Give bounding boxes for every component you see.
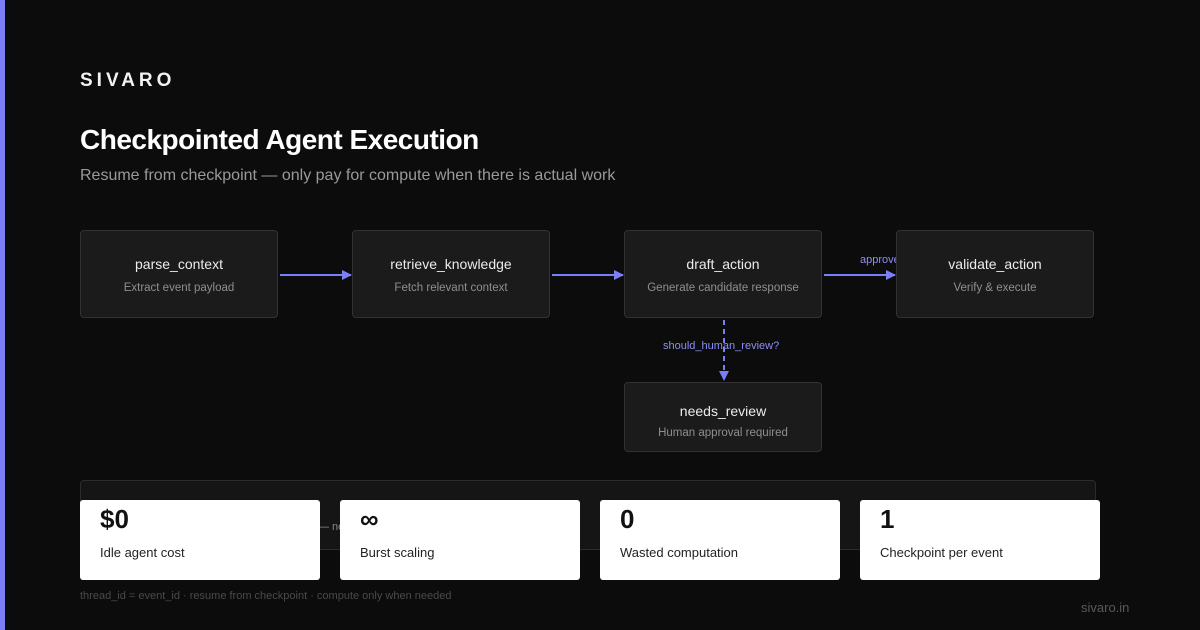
node-draft-action: draft_action Generate candidate response bbox=[624, 230, 822, 318]
stat-label: Checkpoint per event bbox=[880, 545, 1003, 560]
node-name: parse_context bbox=[135, 256, 223, 272]
node-retrieve-knowledge: retrieve_knowledge Fetch relevant contex… bbox=[352, 230, 550, 318]
node-desc: Extract event payload bbox=[123, 282, 235, 294]
stat-label: Burst scaling bbox=[360, 545, 435, 560]
node-parse-context: parse_context Extract event payload bbox=[80, 230, 278, 318]
node-desc: Fetch relevant context bbox=[394, 282, 508, 294]
stat-label: Idle agent cost bbox=[100, 545, 185, 560]
stat-value: 0 bbox=[620, 504, 635, 534]
stat-card-wasted-computation: 0 Wasted computation bbox=[600, 500, 840, 580]
node-validate-action: validate_action Verify & execute bbox=[896, 230, 1094, 318]
stat-value: 1 bbox=[880, 504, 895, 534]
stat-label: Wasted computation bbox=[620, 545, 739, 560]
edge-label-review: should_human_review? bbox=[663, 340, 780, 352]
node-name: validate_action bbox=[948, 256, 1042, 272]
node-desc: Verify & execute bbox=[953, 282, 1037, 294]
node-desc: Human approval required bbox=[658, 427, 788, 439]
node-name: retrieve_knowledge bbox=[390, 256, 512, 272]
node-needs-review: needs_review Human approval required bbox=[624, 382, 822, 452]
footer-note: thread_id = event_id · resume from check… bbox=[80, 590, 452, 602]
stat-card-idle-cost: $0 Idle agent cost bbox=[80, 500, 320, 580]
stat-value: $0 bbox=[100, 504, 129, 534]
footer-url[interactable]: sivaro.in bbox=[1081, 600, 1129, 615]
stat-card-burst-scaling: ∞ Burst scaling bbox=[340, 500, 580, 580]
node-name: needs_review bbox=[679, 403, 767, 419]
node-name: draft_action bbox=[686, 256, 760, 272]
node-desc: Generate candidate response bbox=[647, 282, 799, 294]
stat-card-checkpoint: 1 Checkpoint per event bbox=[860, 500, 1100, 580]
stat-value: ∞ bbox=[360, 504, 379, 534]
